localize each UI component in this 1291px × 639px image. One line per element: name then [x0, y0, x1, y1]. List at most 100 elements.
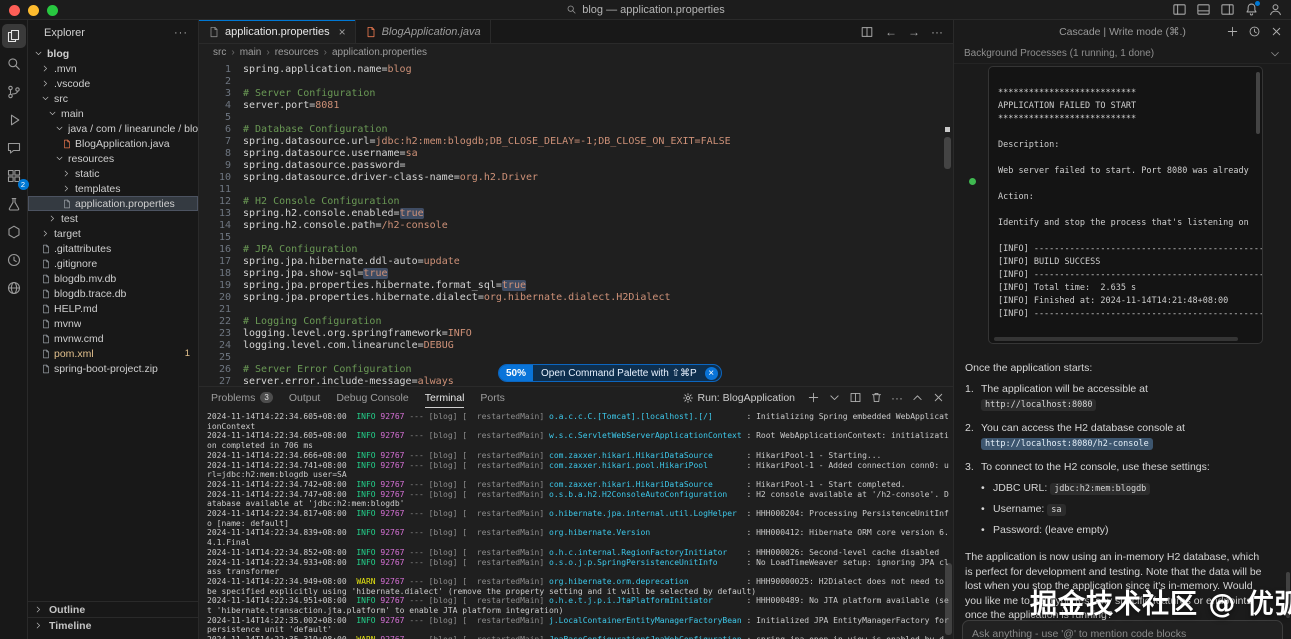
tree-item-folder[interactable]: .vscode: [28, 76, 198, 91]
terminal-profile-dropdown-icon[interactable]: [828, 391, 841, 404]
window-title[interactable]: blog — application.properties: [566, 4, 724, 16]
code-line[interactable]: [243, 76, 943, 88]
code-line[interactable]: spring.application.name=blog: [243, 64, 943, 76]
panel-tab-output[interactable]: Output: [289, 387, 321, 408]
code-line[interactable]: [243, 232, 943, 244]
code-line[interactable]: spring.jpa.properties.hibernate.dialect=…: [243, 292, 943, 304]
navigate-back-icon[interactable]: ←: [885, 25, 897, 39]
editor-scrollbar[interactable]: [944, 137, 951, 169]
code-line[interactable]: spring.datasource.url=jdbc:h2:mem:blogdb…: [243, 136, 943, 148]
editor-more-actions-icon[interactable]: ···: [931, 25, 943, 39]
terminal-scrollbar[interactable]: [945, 563, 952, 635]
tab-application-properties[interactable]: application.properties×: [199, 20, 356, 43]
tree-item-folder[interactable]: templates: [28, 181, 198, 196]
remote-icon[interactable]: [2, 276, 26, 300]
code-line[interactable]: # JPA Configuration: [243, 244, 943, 256]
block-vertical-scrollbar[interactable]: [1256, 72, 1260, 134]
tree-item-file[interactable]: .gitignore: [28, 256, 198, 271]
tree-item-folder[interactable]: blog: [28, 46, 198, 61]
close-window-button[interactable]: [9, 5, 20, 16]
new-terminal-icon[interactable]: [807, 391, 820, 404]
code-line[interactable]: spring.datasource.username=sa: [243, 148, 943, 160]
chat-input[interactable]: Ask anything - use '@' to mention code b…: [962, 620, 1283, 639]
code-line[interactable]: spring.jpa.show-sql=true: [243, 268, 943, 280]
close-cascade-icon[interactable]: [1270, 25, 1283, 38]
split-editor-icon[interactable]: [860, 25, 874, 39]
code-line[interactable]: spring.jpa.hibernate.ddl-auto=update: [243, 256, 943, 268]
toast-close-icon[interactable]: ×: [705, 367, 718, 380]
testing-icon[interactable]: [2, 192, 26, 216]
minimize-window-button[interactable]: [28, 5, 39, 16]
conversation-history-icon[interactable]: [1248, 25, 1261, 38]
terminal[interactable]: 2024-11-14T14:22:34.605+08:00 INFO 92767…: [199, 408, 953, 639]
tree-item-file[interactable]: .gitattributes: [28, 241, 198, 256]
breadcrumb-item[interactable]: main: [240, 47, 262, 58]
code-line[interactable]: [243, 184, 943, 196]
tree-item-file[interactable]: mvnw: [28, 316, 198, 331]
code-line[interactable]: spring.datasource.password=: [243, 160, 943, 172]
block-horizontal-scrollbar[interactable]: [994, 337, 1238, 341]
code-line[interactable]: spring.datasource.driver-class-name=org.…: [243, 172, 943, 184]
tree-item-folder[interactable]: test: [28, 211, 198, 226]
code-line[interactable]: spring.h2.console.path=/h2-console: [243, 220, 943, 232]
code-line[interactable]: [243, 304, 943, 316]
tree-item-file[interactable]: application.properties: [28, 196, 198, 211]
search-icon[interactable]: [2, 52, 26, 76]
panel-tab-debug-console[interactable]: Debug Console: [336, 387, 408, 408]
tree-item-file[interactable]: blogdb.trace.db: [28, 286, 198, 301]
extensions-icon[interactable]: 2: [2, 164, 26, 188]
code-line[interactable]: # Database Configuration: [243, 124, 943, 136]
zoom-window-button[interactable]: [47, 5, 58, 16]
explorer-more-actions-icon[interactable]: ···: [174, 27, 188, 39]
toggle-secondary-sidebar-icon[interactable]: [1220, 2, 1235, 17]
split-terminal-icon[interactable]: [849, 391, 862, 404]
breadcrumb-item[interactable]: application.properties: [332, 47, 427, 58]
close-panel-icon[interactable]: [932, 391, 945, 404]
timeline-section[interactable]: Timeline: [28, 617, 198, 633]
terminal-output-block[interactable]: ***************************APPLICATION F…: [988, 66, 1263, 344]
outline-section[interactable]: Outline: [28, 601, 198, 617]
notifications-icon[interactable]: [1244, 2, 1259, 17]
explorer-icon[interactable]: [2, 24, 26, 48]
tree-item-folder[interactable]: .mvn: [28, 61, 198, 76]
code-line[interactable]: logging.level.org.springframework=INFO: [243, 328, 943, 340]
tree-item-file[interactable]: mvnw.cmd: [28, 331, 198, 346]
panel-tab-ports[interactable]: Ports: [480, 387, 505, 408]
tree-item-folder[interactable]: static: [28, 166, 198, 181]
code-editor[interactable]: 1234567891011121314151617181920212223242…: [199, 61, 953, 386]
code-line[interactable]: spring.jpa.properties.hibernate.format_s…: [243, 280, 943, 292]
tree-item-file[interactable]: HELP.md: [28, 301, 198, 316]
source-control-icon[interactable]: [2, 80, 26, 104]
breadcrumb-item[interactable]: resources: [275, 47, 319, 58]
breadcrumb-item[interactable]: src: [213, 47, 226, 58]
code-line[interactable]: spring.h2.console.enabled=true: [243, 208, 943, 220]
tree-item-folder[interactable]: target: [28, 226, 198, 241]
navigate-forward-icon[interactable]: →: [908, 25, 920, 39]
tree-item-file[interactable]: spring-boot-project.zip: [28, 361, 198, 376]
panel-more-actions-icon[interactable]: ···: [891, 391, 903, 405]
terminal-task[interactable]: Run: BlogApplication: [682, 392, 795, 404]
background-processes-row[interactable]: Background Processes (1 running, 1 done): [954, 44, 1291, 64]
tree-item-folder[interactable]: java / com / linearuncle / blog: [28, 121, 198, 136]
packages-icon[interactable]: [2, 220, 26, 244]
tree-item-folder[interactable]: resources: [28, 151, 198, 166]
code-line[interactable]: # Server Configuration: [243, 88, 943, 100]
chat-icon[interactable]: [2, 136, 26, 160]
code-line[interactable]: server.port=8081: [243, 100, 943, 112]
kill-terminal-icon[interactable]: [870, 391, 883, 404]
code-line[interactable]: [243, 112, 943, 124]
tree-item-folder[interactable]: src: [28, 91, 198, 106]
panel-tab-terminal[interactable]: Terminal: [425, 387, 465, 408]
code-line[interactable]: # H2 Console Configuration: [243, 196, 943, 208]
code-line[interactable]: [243, 352, 943, 364]
tab-blogapplication-java[interactable]: BlogApplication.java: [356, 20, 491, 43]
run-debug-icon[interactable]: [2, 108, 26, 132]
code-line[interactable]: logging.level.com.linearuncle=DEBUG: [243, 340, 943, 352]
account-icon[interactable]: [1268, 2, 1283, 17]
toggle-panel-icon[interactable]: [1196, 2, 1211, 17]
code-line[interactable]: # Logging Configuration: [243, 316, 943, 328]
tree-item-file[interactable]: BlogApplication.java: [28, 136, 198, 151]
new-conversation-icon[interactable]: [1226, 25, 1239, 38]
close-tab-icon[interactable]: ×: [339, 26, 346, 38]
history-icon[interactable]: [2, 248, 26, 272]
